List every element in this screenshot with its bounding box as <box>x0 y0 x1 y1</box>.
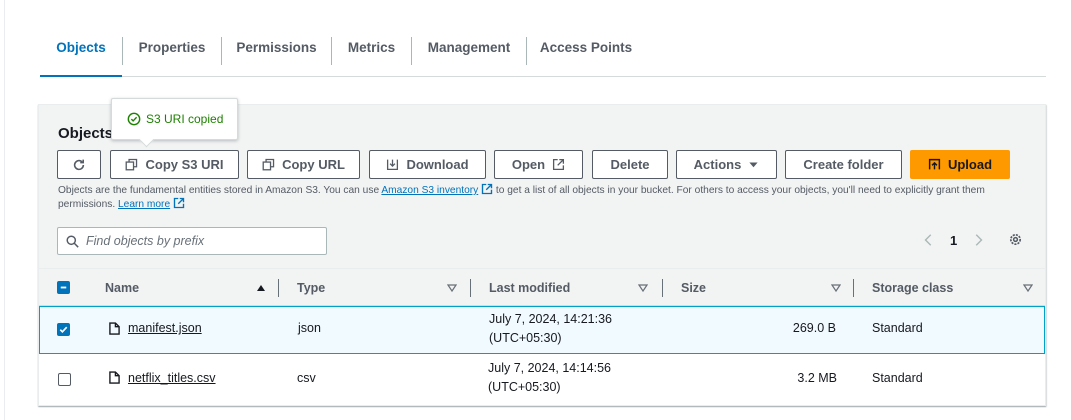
copy-url-button[interactable]: Copy URL <box>247 150 360 179</box>
file-icon <box>109 322 120 335</box>
object-size: 3.2 MB <box>797 371 837 385</box>
object-modified-date: July 7, 2024, 14:21:36 <box>489 312 613 326</box>
layout-divider <box>4 0 5 420</box>
column-divider[interactable] <box>470 279 471 297</box>
column-last-modified[interactable]: Last modified <box>489 269 570 307</box>
learn-more-link[interactable]: Learn more <box>118 199 170 210</box>
table-header: Name Type Last modified Size Storage cla… <box>39 268 1045 306</box>
bucket-tabs: Objects Properties Permissions Metrics M… <box>40 28 1046 77</box>
upload-label: Upload <box>947 157 993 172</box>
object-name-link[interactable]: manifest.json <box>128 321 202 335</box>
indeterminate-icon <box>60 286 67 289</box>
download-button[interactable]: Download <box>369 150 486 179</box>
column-name[interactable]: Name <box>105 269 139 307</box>
chevron-right-icon[interactable] <box>971 233 985 247</box>
column-divider[interactable] <box>662 279 663 297</box>
description-text-1: Objects are the fundamental entities sto… <box>58 185 382 196</box>
upload-icon <box>928 158 941 170</box>
upload-button[interactable]: Upload <box>910 150 1010 179</box>
column-divider[interactable] <box>278 279 279 297</box>
panel-title: Objects <box>58 125 114 142</box>
open-button[interactable]: Open <box>494 150 583 179</box>
object-type: json <box>298 321 321 335</box>
download-icon <box>387 159 399 171</box>
select-all-checkbox[interactable] <box>57 281 70 294</box>
table-row[interactable]: netflix_titles.csv csv July 7, 2024, 14:… <box>39 355 1045 403</box>
create-folder-label: Create folder <box>803 157 884 172</box>
external-link-icon <box>481 183 493 195</box>
open-label: Open <box>511 157 546 172</box>
object-type: csv <box>297 371 316 385</box>
sort-icon[interactable] <box>831 283 841 293</box>
tab-metrics[interactable]: Metrics <box>332 28 411 76</box>
objects-description: Objects are the fundamental entities sto… <box>58 183 1018 211</box>
copy-s3-uri-button[interactable]: Copy S3 URI <box>110 150 239 179</box>
chevron-left-icon[interactable] <box>922 233 936 247</box>
object-storage-class: Standard <box>872 371 923 385</box>
s3-inventory-link[interactable]: Amazon S3 inventory <box>381 185 478 196</box>
object-storage-class: Standard <box>872 321 923 335</box>
search-icon <box>66 234 79 248</box>
object-name-link[interactable]: netflix_titles.csv <box>128 371 216 385</box>
refresh-button[interactable] <box>57 150 101 179</box>
copy-icon <box>126 158 138 171</box>
caret-down-icon <box>749 162 758 168</box>
external-link-icon <box>553 158 565 171</box>
page-number[interactable]: 1 <box>950 233 957 248</box>
delete-button[interactable]: Delete <box>592 150 668 179</box>
column-divider[interactable] <box>853 279 854 297</box>
row-checkbox[interactable] <box>58 373 71 386</box>
file-icon <box>109 371 120 384</box>
sort-icon[interactable] <box>638 283 648 293</box>
column-storage-class[interactable]: Storage class <box>872 269 953 307</box>
gear-icon[interactable] <box>1008 232 1023 247</box>
tab-management[interactable]: Management <box>412 28 526 76</box>
page-title-fragment <box>30 0 37 12</box>
tab-permissions[interactable]: Permissions <box>222 28 331 76</box>
pagination: 1 <box>922 230 985 250</box>
column-type[interactable]: Type <box>297 269 325 307</box>
sort-ascending-icon[interactable] <box>256 283 266 293</box>
success-check-icon <box>127 112 141 126</box>
search-input[interactable] <box>86 234 306 248</box>
table-row[interactable]: manifest.json json July 7, 2024, 14:21:3… <box>39 306 1045 354</box>
tab-objects[interactable]: Objects <box>40 28 122 77</box>
actions-label: Actions <box>693 157 742 172</box>
row-checkbox[interactable] <box>57 323 70 336</box>
page-title-strip <box>0 0 1071 12</box>
download-label: Download <box>406 157 469 172</box>
create-folder-button[interactable]: Create folder <box>785 150 902 179</box>
copy-url-label: Copy URL <box>282 157 345 172</box>
tab-access-points[interactable]: Access Points <box>527 28 645 76</box>
copied-popover: S3 URI copied <box>111 98 238 140</box>
tab-properties[interactable]: Properties <box>123 28 221 76</box>
copy-s3-uri-label: Copy S3 URI <box>145 157 224 172</box>
sort-icon[interactable] <box>1023 283 1033 293</box>
refresh-icon <box>73 159 85 170</box>
copy-icon <box>262 158 275 171</box>
object-size: 269.0 B <box>792 321 836 335</box>
search-box <box>57 227 327 255</box>
object-modified-tz: (UTC+05:30) <box>488 380 561 394</box>
popover-text: S3 URI copied <box>146 112 224 126</box>
checkmark-icon <box>59 326 68 333</box>
object-modified-tz: (UTC+05:30) <box>489 331 562 345</box>
external-link-icon <box>173 197 185 209</box>
sort-icon[interactable] <box>447 283 457 293</box>
object-modified-date: July 7, 2024, 14:14:56 <box>488 361 612 375</box>
actions-dropdown-button[interactable]: Actions <box>676 150 777 179</box>
delete-label: Delete <box>610 157 650 172</box>
column-size[interactable]: Size <box>681 269 706 307</box>
